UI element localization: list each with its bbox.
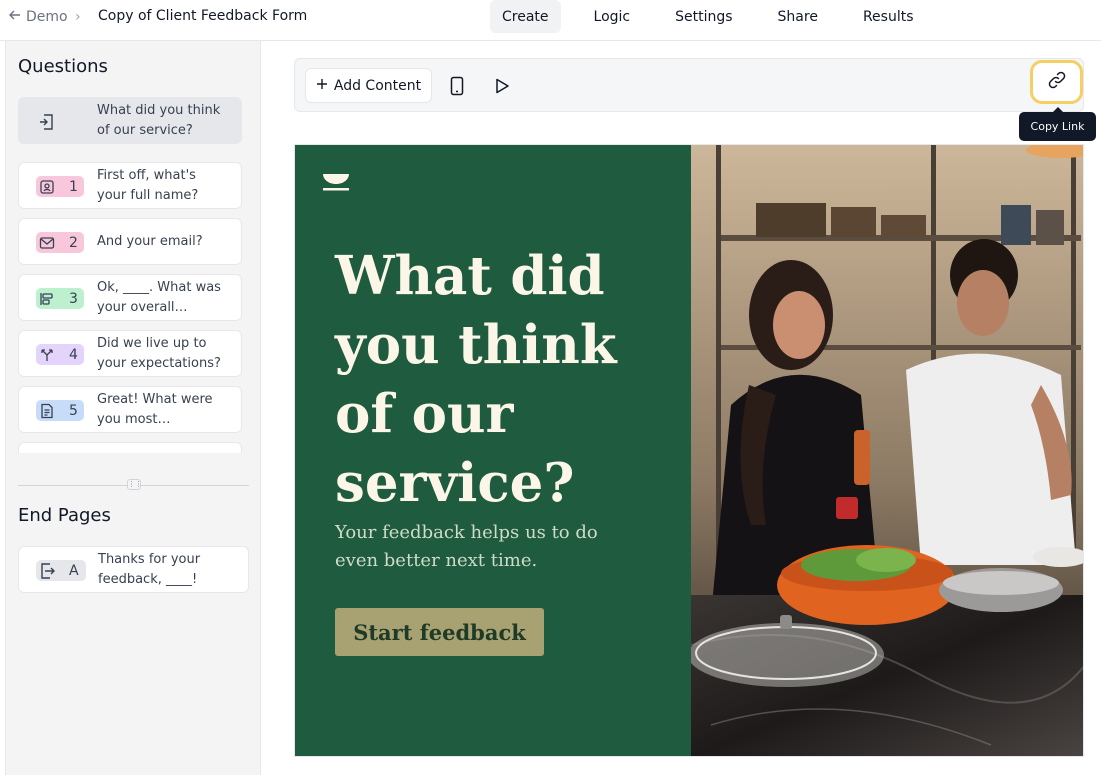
question-item-3[interactable]: 3 Ok, ____. What was your overall… (18, 274, 242, 321)
opinion-scale-icon (36, 288, 58, 309)
welcome-panel: What did you think of our service? Your … (295, 145, 691, 756)
mail-icon (36, 232, 58, 253)
question-badge: 1 (36, 176, 84, 197)
tab-settings[interactable]: Settings (663, 0, 744, 33)
breadcrumb-separator: › (75, 9, 81, 25)
back-to-workspace-link[interactable]: Demo (8, 8, 68, 26)
add-content-button[interactable]: Add Content (305, 68, 432, 103)
question-item-1[interactable]: 1 First off, what's your full name? (18, 162, 242, 209)
question-item-4[interactable]: 4 Did we live up to your expectations? (18, 330, 242, 377)
tab-logic[interactable]: Logic (582, 0, 643, 33)
welcome-description: Your feedback helps us to do even better… (335, 522, 598, 571)
tab-results[interactable]: Results (851, 0, 926, 33)
copy-link-tooltip: Copy Link (1019, 107, 1096, 141)
kitchen-photo (691, 145, 1083, 756)
enter-icon (36, 111, 58, 132)
question-sidebar: Questions What did you think of our serv… (5, 41, 261, 775)
question-item-6[interactable] (18, 442, 242, 453)
copy-link-button[interactable] (1030, 60, 1083, 104)
form-title[interactable]: Copy of Client Feedback Form (98, 8, 307, 24)
question-text: Ok, ____. What was your overall… (97, 280, 221, 315)
tab-create[interactable]: Create (490, 0, 561, 33)
workspace-name: Demo (26, 9, 68, 25)
welcome-badge (36, 111, 58, 132)
question-number: 2 (69, 234, 78, 251)
questions-heading: Questions (18, 56, 108, 77)
question-item-5[interactable]: 5 Great! What were you most… (18, 386, 242, 433)
play-preview-icon[interactable] (491, 75, 513, 97)
question-number: 1 (69, 178, 78, 195)
question-item-2[interactable]: 2 And your email? (18, 218, 242, 265)
welcome-headline: What did you think of our service? (335, 245, 617, 514)
resize-handle[interactable]: ⋮⋮ (127, 479, 142, 490)
main-editor: Add Content Copy Link What did you think… (262, 41, 1101, 775)
form-preview: What did you think of our service? Your … (294, 144, 1084, 757)
question-list[interactable]: What did you think of our service? 1 Fir… (18, 97, 242, 453)
question-text: And your email? (97, 234, 203, 249)
end-pages-heading: End Pages (18, 505, 111, 526)
exit-icon (36, 560, 58, 581)
long-text-icon (36, 400, 58, 421)
top-bar: Demo › Copy of Client Feedback Form Crea… (0, 0, 1101, 41)
question-badge: 3 (36, 288, 84, 309)
question-text: Great! What were you most… (97, 392, 213, 427)
arrow-left-icon (8, 8, 22, 26)
welcome-text: What did you think of our service? (97, 103, 221, 138)
tab-share[interactable]: Share (766, 0, 830, 33)
question-number: 5 (69, 402, 78, 419)
editor-toolbar: Add Content (294, 58, 1084, 112)
question-badge: 2 (36, 232, 84, 253)
end-page-text: Thanks for your feedback, ____! (98, 552, 201, 587)
question-text: Did we live up to your expectations? (97, 336, 221, 371)
start-feedback-button[interactable]: Start feedback (335, 608, 544, 656)
end-page-letter: A (69, 562, 79, 579)
end-page-item-a[interactable]: A Thanks for your feedback, ____! (18, 546, 249, 593)
question-number: 3 (69, 290, 78, 307)
question-badge: 5 (36, 400, 84, 421)
add-content-label: Add Content (333, 77, 422, 94)
link-icon (1047, 70, 1067, 94)
question-number: 4 (69, 346, 78, 363)
branch-icon (36, 344, 58, 365)
bowl-logo-icon (323, 174, 349, 191)
question-text: First off, what's your full name? (97, 168, 199, 203)
mobile-preview-icon[interactable] (446, 75, 468, 97)
contact-card-icon (36, 176, 58, 197)
end-page-badge: A (36, 560, 86, 581)
question-badge: 4 (36, 344, 84, 365)
plus-icon (316, 78, 328, 94)
welcome-screen-item[interactable]: What did you think of our service? (18, 97, 242, 144)
main-tabs: Create Logic Settings Share Results (490, 0, 947, 33)
